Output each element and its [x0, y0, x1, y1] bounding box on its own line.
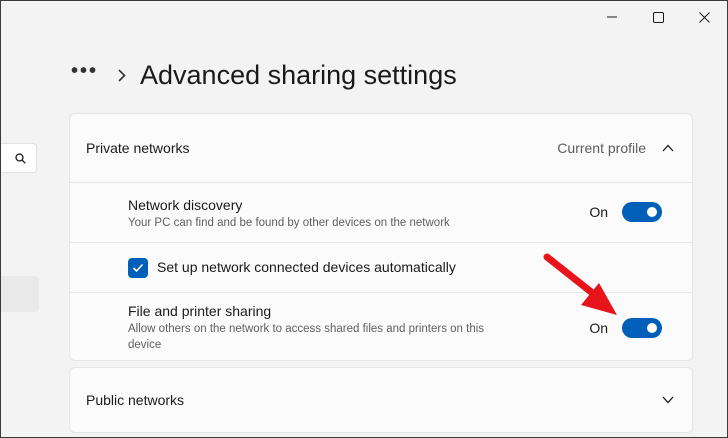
chevron-right-icon [118, 68, 126, 82]
breadcrumb-more-button[interactable]: ••• [71, 61, 98, 81]
network-discovery-toggle[interactable] [622, 202, 662, 222]
annotation-arrow-icon [543, 253, 617, 315]
file-printer-sharing-title: File and printer sharing [128, 303, 272, 319]
close-icon [698, 11, 710, 23]
maximize-button[interactable] [635, 1, 681, 33]
chevron-down-icon[interactable] [660, 392, 676, 408]
page-title: Advanced sharing settings [140, 59, 457, 90]
file-printer-sharing-state: On [589, 320, 608, 336]
file-printer-sharing-toggle-group: On [589, 318, 662, 338]
search-icon [15, 152, 26, 164]
network-discovery-row: Network discovery Your PC can find and b… [70, 183, 692, 243]
current-profile-label: Current profile [557, 140, 646, 156]
toggle-knob [647, 207, 657, 217]
maximize-icon [652, 11, 664, 23]
close-button[interactable] [681, 1, 727, 33]
file-printer-sharing-toggle[interactable] [622, 318, 662, 338]
minimize-button[interactable] [589, 1, 635, 33]
window-controls [589, 1, 727, 33]
checkmark-icon [132, 263, 144, 273]
network-discovery-toggle-group: On [589, 202, 662, 222]
nav-item-selected[interactable] [1, 276, 39, 312]
chevron-up-icon[interactable] [660, 140, 676, 156]
private-networks-section: Private networks Current profile Network… [69, 113, 693, 361]
auto-setup-label: Set up network connected devices automat… [157, 259, 456, 275]
file-printer-sharing-description: Allow others on the network to access sh… [128, 323, 485, 351]
page-header: ••• Advanced sharing settings [71, 53, 457, 97]
private-networks-label: Private networks [86, 140, 190, 156]
private-networks-header[interactable]: Private networks Current profile [70, 114, 692, 183]
public-networks-header[interactable]: Public networks [70, 368, 692, 432]
network-discovery-state: On [589, 204, 608, 220]
network-discovery-title: Network discovery [128, 197, 243, 213]
auto-setup-checkbox[interactable] [128, 258, 148, 278]
settings-search-input[interactable] [1, 143, 37, 173]
public-networks-section: Public networks [69, 367, 693, 433]
public-networks-label: Public networks [86, 392, 185, 408]
settings-window: ••• Advanced sharing settings Private ne… [0, 0, 728, 438]
minimize-icon [607, 16, 617, 18]
network-discovery-description: Your PC can find and be found by other d… [128, 217, 450, 229]
toggle-knob [647, 323, 657, 333]
